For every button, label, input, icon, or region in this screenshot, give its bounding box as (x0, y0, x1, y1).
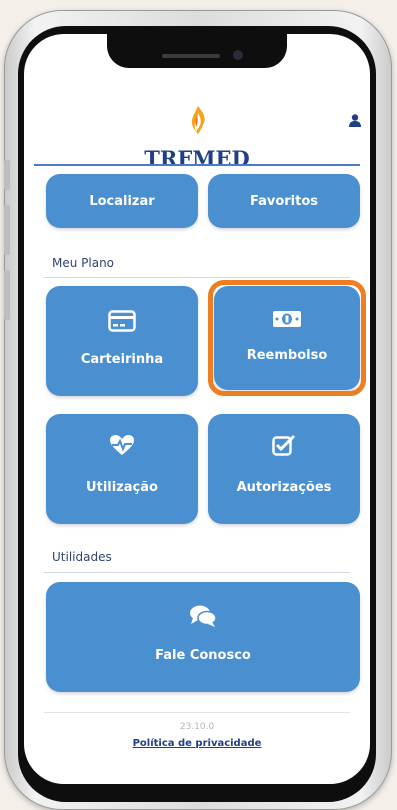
tile-label: Carteirinha (80, 352, 164, 367)
checkbox-icon (272, 434, 296, 460)
front-camera (233, 50, 243, 60)
section-title-utilidades: Utilidades (52, 550, 112, 564)
section-divider (44, 277, 350, 278)
tile-label: Fale Conosco (155, 648, 251, 663)
brand-logo-text: TRFMED (144, 146, 250, 171)
tile-label: Autorizações (236, 480, 332, 495)
header-divider (34, 164, 360, 166)
tile-label: Favoritos (249, 194, 319, 209)
tile-autorizacoes[interactable]: Autorizações (208, 414, 360, 524)
heart-pulse-icon (109, 434, 135, 460)
phone-notch (107, 34, 287, 68)
phone-frame: TRFMED Localizar Favoritos Meu Plano Car… (4, 10, 392, 810)
user-profile-icon[interactable] (349, 112, 361, 131)
tile-utilizacao[interactable]: Utilização (46, 414, 198, 524)
volume-up-button (4, 205, 10, 255)
tile-favoritos[interactable]: Favoritos (208, 174, 360, 228)
card-icon (108, 310, 136, 336)
flame-logo-icon (189, 105, 207, 139)
app-screen: TRFMED Localizar Favoritos Meu Plano Car… (24, 34, 370, 784)
chat-bubbles-icon (189, 604, 217, 632)
mute-switch (4, 160, 10, 190)
tile-fale-conosco[interactable]: Fale Conosco (46, 582, 360, 692)
tile-carteirinha[interactable]: Carteirinha (46, 286, 198, 396)
tile-localizar[interactable]: Localizar (46, 174, 198, 228)
volume-down-button (4, 270, 10, 320)
reembolso-highlight-frame (208, 280, 366, 396)
privacy-policy-link[interactable]: Política de privacidade (24, 738, 370, 749)
tile-label: Localizar (89, 194, 155, 209)
section-divider (44, 572, 350, 573)
app-version: 23.10.0 (179, 722, 215, 732)
footer-divider (44, 712, 350, 713)
speaker-grille (162, 54, 220, 58)
section-title-meu-plano: Meu Plano (52, 256, 115, 270)
tile-label: Utilização (86, 480, 158, 495)
